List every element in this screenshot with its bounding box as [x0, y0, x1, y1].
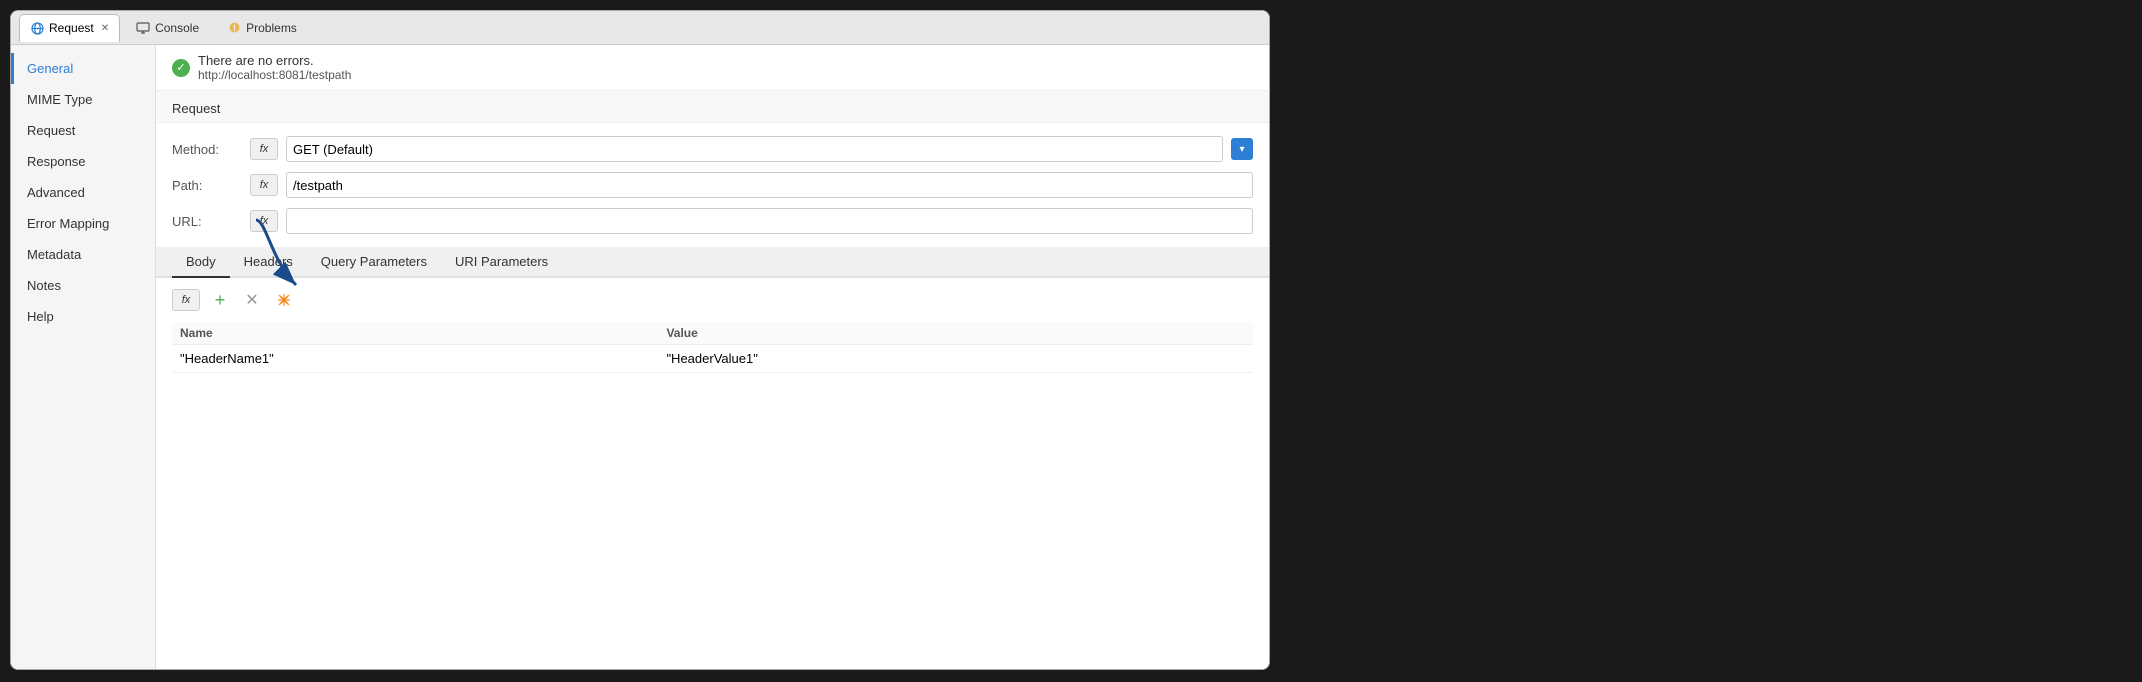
tab-query-parameters[interactable]: Query Parameters [307, 247, 441, 278]
url-label: URL: [172, 214, 242, 229]
success-icon: ✓ [172, 59, 190, 77]
status-url: http://localhost:8081/testpath [198, 68, 351, 82]
delete-row-button[interactable]: ✕ [240, 288, 264, 312]
status-bar: ✓ There are no errors. http://localhost:… [156, 45, 1269, 91]
method-row: Method: fx GET (Default) ▾ [156, 131, 1269, 167]
tab-body[interactable]: Body [172, 247, 230, 278]
section-label: Request [156, 91, 1269, 123]
method-fx-button[interactable]: fx [250, 138, 278, 160]
column-header-name: Name [172, 322, 658, 345]
url-fx-button[interactable]: fx [250, 210, 278, 232]
cell-name: "HeaderName1" [172, 345, 658, 373]
tab-bar: Request ✕ Console ! Problems [11, 11, 1269, 45]
sidebar-item-response[interactable]: Response [11, 146, 155, 177]
sidebar-item-metadata[interactable]: Metadata [11, 239, 155, 270]
column-header-value: Value [658, 322, 1144, 345]
tab-request-label: Request [49, 21, 94, 35]
status-text: There are no errors. http://localhost:80… [198, 53, 351, 82]
svg-text:!: ! [233, 24, 236, 33]
cell-value: "HeaderValue1" [658, 345, 1144, 373]
sidebar-item-request[interactable]: Request [11, 115, 155, 146]
monitor-icon [136, 21, 150, 35]
body-fx-button[interactable]: fx [172, 289, 200, 311]
cell-actions [1145, 345, 1253, 373]
column-header-actions [1145, 322, 1253, 345]
sidebar: General MIME Type Request Response Advan… [11, 45, 156, 669]
toolbar-row: fx + ✕ [172, 288, 1253, 312]
sidebar-item-advanced[interactable]: Advanced [11, 177, 155, 208]
method-select-wrapper: GET (Default) [286, 136, 1223, 162]
method-select[interactable]: GET (Default) [286, 136, 1223, 162]
tab-console-label: Console [155, 21, 199, 35]
path-label: Path: [172, 178, 242, 193]
body-content: fx + ✕ [156, 278, 1269, 383]
path-fx-button[interactable]: fx [250, 174, 278, 196]
url-row: URL: fx [156, 203, 1269, 239]
tools-button[interactable] [272, 288, 296, 312]
table-row: "HeaderName1" "HeaderValue1" [172, 345, 1253, 373]
tab-headers[interactable]: Headers [230, 247, 307, 278]
sidebar-item-help[interactable]: Help [11, 301, 155, 332]
url-input[interactable] [286, 208, 1253, 234]
sidebar-item-general[interactable]: General [11, 53, 155, 84]
globe-icon [30, 21, 44, 35]
path-input[interactable] [286, 172, 1253, 198]
tab-uri-parameters[interactable]: URI Parameters [441, 247, 562, 278]
status-message: There are no errors. [198, 53, 351, 68]
tab-problems[interactable]: ! Problems [215, 16, 309, 40]
inner-tabs: Body Headers Query Parameters URI Parame… [156, 247, 1269, 278]
tab-problems-label: Problems [246, 21, 297, 35]
form-area: Method: fx GET (Default) ▾ Pat [156, 123, 1269, 247]
tab-console[interactable]: Console [124, 16, 211, 40]
add-row-button[interactable]: + [208, 288, 232, 312]
path-row: Path: fx [156, 167, 1269, 203]
sidebar-item-notes[interactable]: Notes [11, 270, 155, 301]
sidebar-item-error-mapping[interactable]: Error Mapping [11, 208, 155, 239]
method-label: Method: [172, 142, 242, 157]
main-content: General MIME Type Request Response Advan… [11, 45, 1269, 669]
headers-table: Name Value "HeaderName1" " [172, 322, 1253, 373]
method-dropdown-arrow[interactable]: ▾ [1231, 138, 1253, 160]
content-wrapper: ✓ There are no errors. http://localhost:… [156, 45, 1269, 669]
problems-icon: ! [227, 21, 241, 35]
sidebar-item-mime-type[interactable]: MIME Type [11, 84, 155, 115]
content-area: ✓ There are no errors. http://localhost:… [156, 45, 1269, 669]
tab-request[interactable]: Request ✕ [19, 14, 120, 42]
tab-close-button[interactable]: ✕ [101, 23, 109, 34]
